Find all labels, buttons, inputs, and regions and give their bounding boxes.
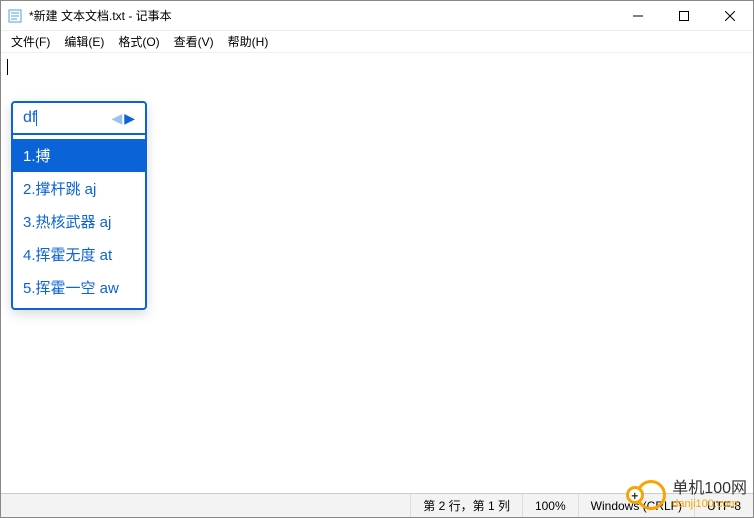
ime-candidate[interactable]: 2.撑杆跳 aj (13, 172, 145, 205)
menu-format[interactable]: 格式(O) (112, 31, 165, 52)
text-caret (7, 59, 8, 75)
maximize-button[interactable] (661, 1, 707, 30)
notepad-icon (7, 8, 23, 24)
close-button[interactable] (707, 1, 753, 30)
ime-composition-text: df (23, 109, 36, 126)
status-position: 第 2 行，第 1 列 (411, 494, 523, 517)
menu-edit[interactable]: 编辑(E) (58, 31, 110, 52)
minimize-button[interactable] (615, 1, 661, 30)
ime-candidate-list: 1.搏 2.撑杆跳 aj 3.热核武器 aj 4.挥霍无度 at 5.挥霍一空 … (13, 135, 145, 308)
ime-caret (36, 110, 37, 126)
ime-prev-page-icon[interactable]: ◀ (111, 110, 122, 127)
ime-candidate[interactable]: 3.热核武器 aj (13, 205, 145, 238)
ime-pager: ◀ ▶ (111, 110, 135, 127)
menu-help[interactable]: 帮助(H) (222, 31, 275, 52)
ime-next-page-icon[interactable]: ▶ (124, 110, 135, 127)
menubar: 文件(F) 编辑(E) 格式(O) 查看(V) 帮助(H) (1, 31, 753, 53)
ime-input-row: df ◀ ▶ (13, 103, 145, 135)
ime-panel: df ◀ ▶ 1.搏 2.撑杆跳 aj 3.热核武器 aj 4.挥霍无度 at … (11, 101, 147, 310)
menu-view[interactable]: 查看(V) (168, 31, 220, 52)
status-spacer (1, 494, 411, 517)
ime-candidate[interactable]: 1.搏 (13, 139, 145, 172)
menu-file[interactable]: 文件(F) (5, 31, 56, 52)
titlebar: *新建 文本文档.txt - 记事本 (1, 1, 753, 31)
notepad-window: *新建 文本文档.txt - 记事本 文件(F) 编辑(E) 格式(O) 查看(… (0, 0, 754, 518)
status-encoding: UTF-8 (695, 494, 753, 517)
ime-composition: df (23, 109, 111, 127)
ime-candidate[interactable]: 4.挥霍无度 at (13, 238, 145, 271)
window-title: *新建 文本文档.txt - 记事本 (29, 7, 615, 24)
window-controls (615, 1, 753, 30)
ime-candidate[interactable]: 5.挥霍一空 aw (13, 271, 145, 304)
status-zoom: 100% (523, 494, 579, 517)
status-line-ending: Windows (CRLF) (579, 494, 695, 517)
statusbar: 第 2 行，第 1 列 100% Windows (CRLF) UTF-8 (1, 493, 753, 517)
